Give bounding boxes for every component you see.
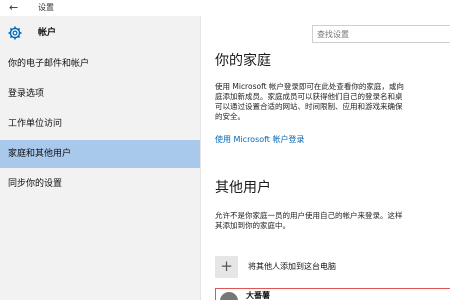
sidebar-item-email-accounts[interactable]: 你的电子邮件和帐户 <box>0 50 200 78</box>
family-description-line: 的安全。 <box>215 112 245 121</box>
add-icon-box: + <box>215 256 238 278</box>
avatar <box>220 292 238 300</box>
other-users-heading: 其他用户 <box>215 180 271 196</box>
microsoft-signin-link[interactable]: 使用 Microsoft 帐户登录 <box>215 135 305 145</box>
plus-icon: + <box>220 257 233 275</box>
sidebar-item-sign-in-options[interactable]: 登录选项 <box>0 80 200 108</box>
search-input[interactable] <box>317 28 437 40</box>
family-description: 使用 Microsoft 帐户登录即可在此处查看你的家庭，或向 庭添加新成员。家… <box>215 82 450 122</box>
other-users-description-line: 允许不是你家庭一员的用户使用自己的帐户来登录。这样 <box>215 211 403 220</box>
sidebar-header-label: 帐户 <box>38 28 57 38</box>
sidebar-item-family-other-users[interactable]: 家庭和其他用户 <box>0 140 200 168</box>
family-description-line: 可以通过设置合适的网站、时间限制、应用和游戏来确保 <box>215 102 403 111</box>
user-account-item[interactable]: 大番薯 <box>215 288 450 300</box>
sidebar-item-sync-settings[interactable]: 同步你的设置 <box>0 170 200 198</box>
user-name: 大番薯 <box>246 291 270 300</box>
other-users-description: 允许不是你家庭一员的用户使用自己的帐户来登录。这样 其添加到你的家庭中。 <box>215 211 450 231</box>
add-other-user-label: 将其他人添加到这台电脑 <box>248 262 336 271</box>
arrow-left-icon[interactable]: ← <box>9 2 18 14</box>
sidebar-header: 帐户 <box>0 18 200 48</box>
family-description-line: 庭添加新成员。家庭成员可以获得他们自己的登录名和桌 <box>215 92 403 101</box>
search-box[interactable] <box>312 25 450 43</box>
sidebar: 帐户 你的电子邮件和帐户 登录选项 工作单位访问 家庭和其他用户 同步你的设置 <box>0 16 200 300</box>
other-users-description-line: 其添加到你的家庭中。 <box>215 221 290 230</box>
family-heading: 你的家庭 <box>215 53 271 69</box>
family-description-line: 使用 Microsoft 帐户登录即可在此处查看你的家庭，或向 <box>215 82 404 91</box>
main-pane: 你的家庭 使用 Microsoft 帐户登录即可在此处查看你的家庭，或向 庭添加… <box>201 16 450 300</box>
window-title: 设置 <box>38 3 54 12</box>
sidebar-item-work-access[interactable]: 工作单位访问 <box>0 110 200 138</box>
add-other-user-button[interactable]: + 将其他人添加到这台电脑 <box>215 256 450 278</box>
title-bar: ← 设置 <box>0 0 450 16</box>
gear-icon <box>8 26 22 40</box>
